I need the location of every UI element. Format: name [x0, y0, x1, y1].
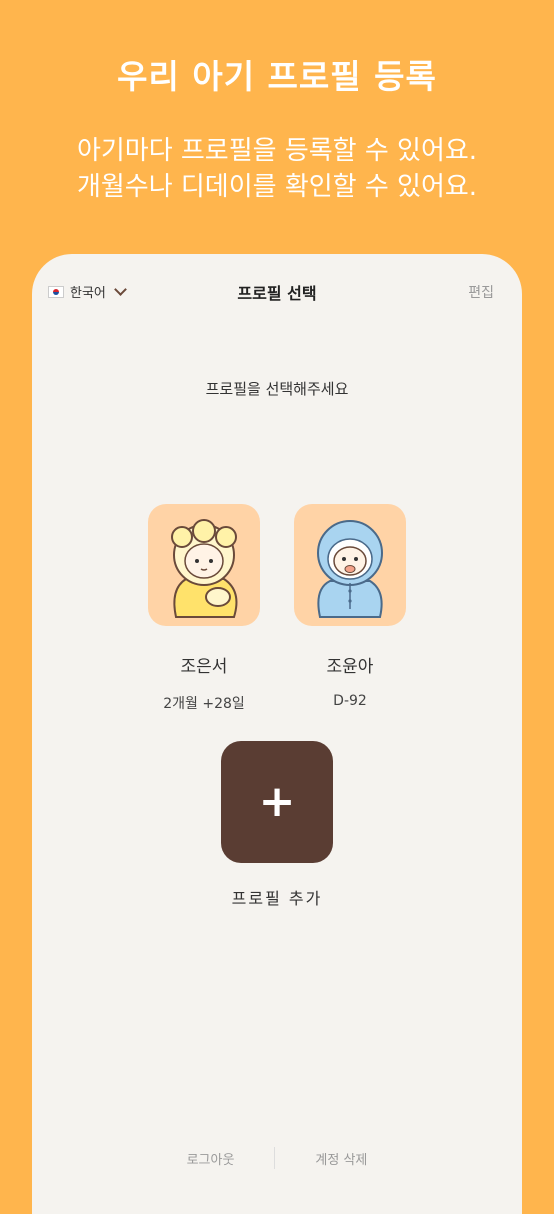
add-profile-button[interactable]: + — [221, 741, 333, 863]
profile-card-1[interactable]: 조은서 2개월 +28일 — [148, 504, 260, 713]
promo-title: 우리 아기 프로필 등록 — [117, 57, 437, 96]
baby-avatar-yellow[interactable] — [148, 504, 260, 626]
footer-divider — [274, 1147, 276, 1169]
page-title: 프로필 선택 — [237, 284, 317, 303]
baby-yellow-illustration — [171, 519, 238, 618]
profile-dday: D-92 — [333, 693, 367, 709]
promo-subtitle: 아기마다 프로필을 등록할 수 있어요. 개월수나 디데이를 확인할 수 있어요… — [0, 133, 554, 205]
promo-line-2: 개월수나 디데이를 확인할 수 있어요. — [76, 172, 478, 202]
delete-account-link[interactable]: 계정 삭제 — [315, 1149, 367, 1168]
edit-button[interactable]: 편집 — [468, 282, 494, 302]
add-profile-label: 프로필 추가 — [231, 889, 323, 908]
profile-name: 조윤아 — [326, 657, 374, 677]
plus-icon: + — [258, 776, 296, 827]
profile-card-2[interactable]: 조윤아 D-92 — [294, 504, 406, 709]
profile-age: 2개월 +28일 — [163, 696, 245, 712]
logout-link[interactable]: 로그아웃 — [187, 1149, 235, 1168]
footer-links: 로그아웃 계정 삭제 — [32, 1147, 522, 1169]
select-prompt: 프로필을 선택해주세요 — [205, 380, 349, 398]
baby-avatar-blue[interactable] — [294, 504, 406, 626]
promo-line-1: 아기마다 프로필을 등록할 수 있어요. — [76, 136, 478, 166]
phone-screen: 한국어 프로필 선택 편집 프로필을 선택해주세요 조은서 2개월 +28일 조… — [32, 254, 522, 1214]
profile-name: 조은서 — [180, 657, 228, 677]
baby-blue-illustration — [317, 520, 383, 618]
